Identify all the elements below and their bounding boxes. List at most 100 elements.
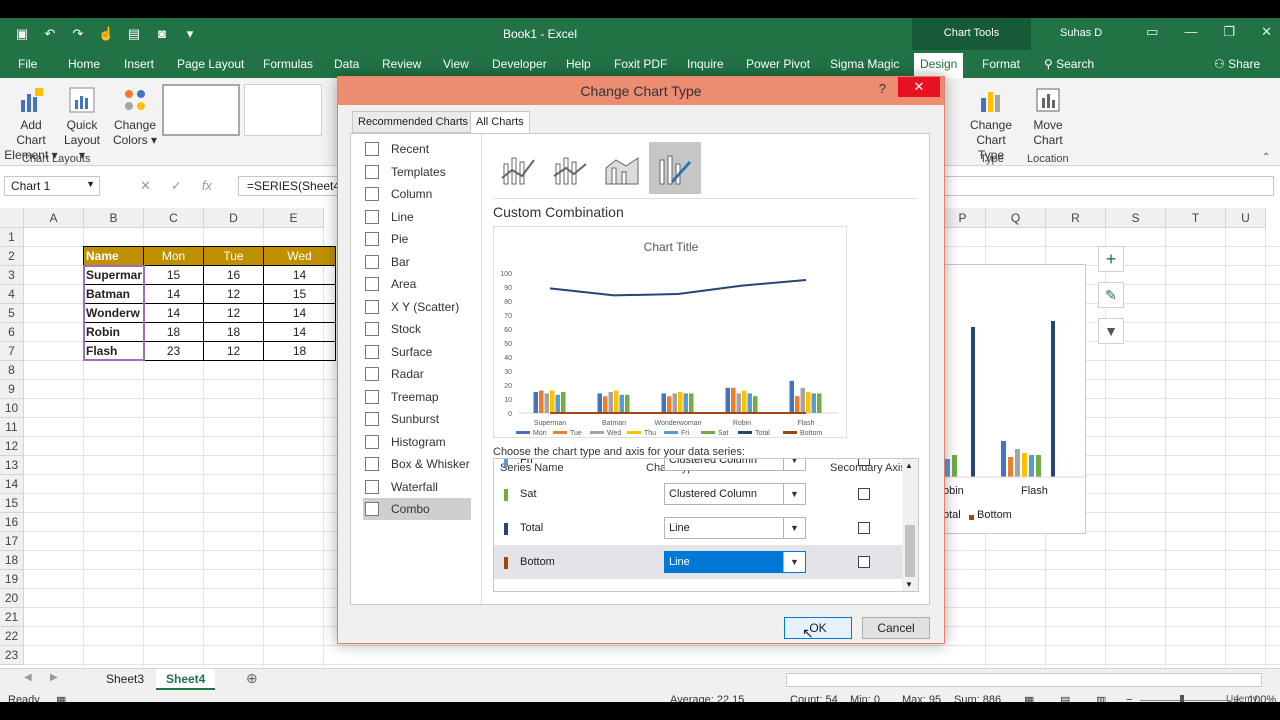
table-cell[interactable]: 23: [143, 341, 204, 361]
row-header-3[interactable]: 3: [0, 266, 24, 285]
insert-function-icon[interactable]: fx: [202, 178, 212, 194]
subtype-column-line-secondary[interactable]: [545, 142, 597, 194]
scroll-down-icon[interactable]: ▼: [905, 580, 913, 589]
chart-type-sunburst[interactable]: Sunburst: [365, 408, 471, 430]
normal-view-icon[interactable]: ▦: [1024, 694, 1034, 702]
row-header-23[interactable]: 23: [0, 646, 24, 665]
collapse-ribbon-icon[interactable]: ⌃: [1262, 152, 1270, 163]
tab-developer[interactable]: Developer: [492, 57, 547, 71]
chart-type-column[interactable]: Column: [365, 183, 471, 205]
enter-formula-icon[interactable]: ✓: [171, 178, 182, 194]
chart-style-2[interactable]: [244, 84, 322, 136]
tab-data[interactable]: Data: [334, 57, 359, 71]
chart-type-box-whisker[interactable]: Box & Whisker: [365, 453, 471, 475]
chart-elements-button[interactable]: +: [1098, 246, 1124, 272]
column-header-b[interactable]: B: [84, 208, 144, 228]
cancel-formula-icon[interactable]: ✕: [140, 178, 151, 194]
table-cell[interactable]: 14: [143, 303, 204, 323]
table-header-cell[interactable]: Name: [83, 246, 144, 266]
chart-type-bar[interactable]: Bar: [365, 251, 471, 273]
table-name-cell[interactable]: Wonderw: [83, 303, 144, 323]
row-header-11[interactable]: 11: [0, 418, 24, 437]
scroll-up-icon[interactable]: ▲: [905, 461, 913, 470]
column-header-u[interactable]: U: [1226, 208, 1266, 228]
minimize-icon[interactable]: —: [1184, 24, 1197, 40]
chevron-down-icon[interactable]: ▼: [783, 484, 805, 504]
row-header-1[interactable]: 1: [0, 228, 24, 247]
close-window-icon[interactable]: ✕: [1261, 24, 1272, 40]
chart-type-stock[interactable]: Stock: [365, 318, 471, 340]
row-header-19[interactable]: 19: [0, 570, 24, 589]
tab-home[interactable]: Home: [68, 57, 100, 71]
table-cell[interactable]: 18: [263, 341, 336, 361]
subtype-clustered-column-line[interactable]: [493, 142, 545, 194]
tab-page-layout[interactable]: Page Layout: [177, 57, 244, 71]
subtype-area-column[interactable]: [597, 142, 649, 194]
chart-type-combo[interactable]: Combo: [363, 498, 471, 520]
row-header-21[interactable]: 21: [0, 608, 24, 627]
chart-type-treemap[interactable]: Treemap: [365, 386, 471, 408]
secondary-axis-checkbox[interactable]: [858, 459, 870, 466]
row-header-10[interactable]: 10: [0, 399, 24, 418]
series-scroll-thumb[interactable]: [905, 525, 915, 577]
table-header-cell[interactable]: Tue: [203, 246, 264, 266]
chart-styles-button[interactable]: ✎: [1098, 282, 1124, 308]
row-header-17[interactable]: 17: [0, 532, 24, 551]
column-header-r[interactable]: R: [1046, 208, 1106, 228]
tell-me-search[interactable]: ⚲ Search: [1044, 57, 1094, 71]
tab-formulas[interactable]: Formulas: [263, 57, 313, 71]
macro-record-icon[interactable]: ▦: [56, 694, 66, 702]
series-row-sat[interactable]: Sat Clustered Column ▼: [494, 477, 904, 511]
chart-type-dropdown[interactable]: Clustered Column ▼: [664, 483, 806, 505]
row-header-4[interactable]: 4: [0, 285, 24, 304]
series-scrollbar[interactable]: ▲ ▼: [902, 459, 918, 591]
row-header-9[interactable]: 9: [0, 380, 24, 399]
row-header-5[interactable]: 5: [0, 304, 24, 323]
tab-recommended-charts[interactable]: Recommended Charts: [352, 111, 475, 133]
tab-inquire[interactable]: Inquire: [687, 57, 724, 71]
table-name-cell[interactable]: Supermar: [83, 265, 144, 285]
row-header-20[interactable]: 20: [0, 589, 24, 608]
column-header-t[interactable]: T: [1166, 208, 1226, 228]
subtype-custom-combination[interactable]: [649, 142, 701, 194]
cancel-button[interactable]: Cancel: [862, 617, 930, 639]
chart-type-dropdown[interactable]: Clustered Column ▼: [664, 459, 806, 471]
chart-type-histogram[interactable]: Histogram: [365, 431, 471, 453]
dialog-close-button[interactable]: ✕: [898, 77, 940, 97]
chart-type-pie[interactable]: Pie: [365, 228, 471, 250]
row-header-2[interactable]: 2: [0, 247, 24, 266]
row-header-7[interactable]: 7: [0, 342, 24, 361]
move-chart-button[interactable]: Move Chart: [1026, 86, 1070, 148]
table-cell[interactable]: 14: [263, 322, 336, 342]
chart-type-dropdown[interactable]: Line ▼: [664, 517, 806, 539]
change-chart-type-button[interactable]: Change Chart Type: [962, 86, 1020, 163]
share-button[interactable]: ⚇ Share: [1214, 57, 1260, 71]
table-cell[interactable]: 18: [143, 322, 204, 342]
tab-format[interactable]: Format: [982, 57, 1020, 71]
zoom-slider-thumb[interactable]: [1180, 695, 1184, 702]
secondary-axis-checkbox[interactable]: [858, 522, 870, 534]
row-header-13[interactable]: 13: [0, 456, 24, 475]
horizontal-scrollbar[interactable]: [786, 673, 1262, 687]
chart-type-recent[interactable]: Recent: [365, 138, 471, 160]
secondary-axis-checkbox[interactable]: [858, 488, 870, 500]
zoom-slider[interactable]: [1140, 700, 1230, 701]
column-header-a[interactable]: A: [24, 208, 84, 228]
column-header-q[interactable]: Q: [986, 208, 1046, 228]
row-header-6[interactable]: 6: [0, 323, 24, 342]
table-cell[interactable]: 15: [263, 284, 336, 304]
tab-power-pivot[interactable]: Power Pivot: [746, 57, 810, 71]
ok-button[interactable]: OK: [784, 617, 852, 639]
ribbon-display-icon[interactable]: ▭: [1146, 24, 1158, 40]
select-all-corner[interactable]: [0, 208, 24, 228]
tab-sigma-magic[interactable]: Sigma Magic: [830, 57, 899, 71]
secondary-axis-checkbox[interactable]: [858, 556, 870, 568]
quick-layout-button[interactable]: Quick Layout ▾: [60, 86, 104, 163]
table-name-cell[interactable]: Batman: [83, 284, 144, 304]
chart-type-x-y-scatter-[interactable]: X Y (Scatter): [365, 296, 471, 318]
table-header-cell[interactable]: Mon: [143, 246, 204, 266]
table-cell[interactable]: 14: [263, 303, 336, 323]
series-row-bottom[interactable]: Bottom Line ▼: [494, 545, 904, 579]
column-header-d[interactable]: D: [204, 208, 264, 228]
help-icon[interactable]: ?: [879, 81, 886, 96]
